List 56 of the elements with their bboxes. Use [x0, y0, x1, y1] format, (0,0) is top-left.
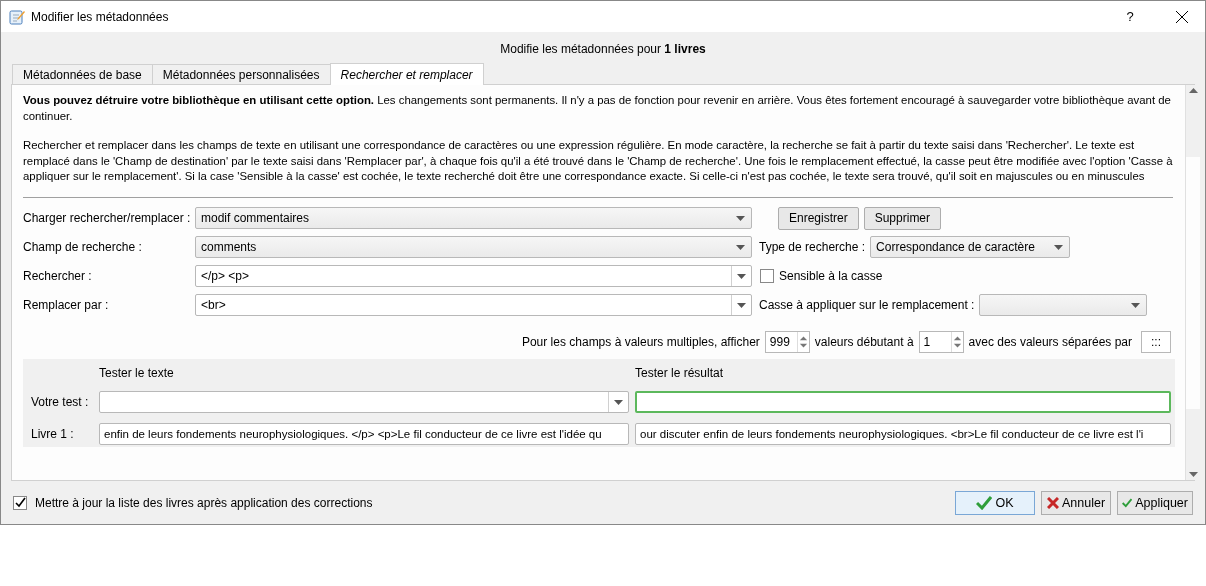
- field-label: Rechercher :: [23, 269, 93, 283]
- spin-arrows-icon[interactable]: [796, 331, 809, 352]
- cross-icon: [1046, 496, 1059, 509]
- start-spinbox[interactable]: 1: [918, 330, 964, 353]
- column-heading: Tester le texte: [99, 366, 175, 383]
- dialog-header-text: Modifie les métadonnées pour 1 livres: [499, 41, 707, 58]
- field-label: Type de recherche :: [759, 240, 866, 254]
- search-field-dropdown[interactable]: comments: [195, 236, 752, 258]
- dropdown-arrow-icon: [737, 273, 746, 279]
- close-icon: [1176, 10, 1188, 23]
- replace-input[interactable]: <br>: [195, 294, 752, 316]
- count-spinbox[interactable]: 999: [764, 330, 810, 353]
- checkmark-icon: [976, 495, 993, 510]
- separator-input[interactable]: :::: [1141, 330, 1171, 353]
- preset-dropdown[interactable]: modif commentaires: [195, 207, 752, 229]
- warning-text: Vous pouvez détruire votre bibliothèque en utilisant cette option. Les changements sont permanents. Il n'y a pas de fonction pour revenir en arrière. Vous êtes fortement encouragé à sauvegarder votre bibliothèque avant de continuer.: [23, 93, 1172, 124]
- case-sensitive-checkbox[interactable]: Sensible à la casse: [760, 269, 883, 283]
- field-label: Charger rechercher/remplacer :: [23, 211, 192, 225]
- find-input[interactable]: </p> <p>: [195, 265, 752, 287]
- cancel-button[interactable]: Annuler: [1041, 490, 1111, 515]
- field-label: Votre test :: [31, 395, 90, 410]
- test-input[interactable]: [99, 391, 629, 414]
- dropdown-arrow-icon: [614, 400, 623, 405]
- book-text-field[interactable]: enfin de leurs fondements neurophysiologiques. </p> <p>Le fil conducteur de ce livre est l'idée qu: [99, 422, 629, 445]
- tab[interactable]: Métadonnées de base: [12, 64, 153, 84]
- dropdown-arrow-icon: [735, 244, 745, 250]
- book-result-field[interactable]: our discuter enfin de leurs fondements neurophysiologiques. <br>Le fil conducteur de ce livre est l'i: [635, 422, 1171, 445]
- description-text: Rechercher et remplacer dans les champs de texte en utilisant une correspondance de caractères ou une expression régulière. En mode caractère, la recherche se fait à partir du texte saisi dans 'Rechercher'. Le texte est remplacé dans le 'Champ de destination' par le texte saisi dans 'Remplacer par', à chaque fois qu'il a été trouvé dans le 'Champ de recherche'. Une fois le remplacement effectué, la casse peut être modifiée avec l'option 'Casse à appliquer sur le remplacement'. Si la case 'Sensible à la casse' est cochée, le texte recherché doit être une correspondance exacte. Si celle-ci n'est pas cochée, le texte sera trouvé, qu'il soit en majuscules ou en minuscules: [23, 138, 1173, 184]
- tab[interactable]: Rechercher et remplacer: [329, 63, 484, 85]
- column-heading: Tester le résultat: [635, 366, 725, 383]
- field-label: valeurs débutant à: [814, 334, 914, 349]
- update-list-checkbox[interactable]: [13, 495, 27, 510]
- scrollbar[interactable]: [1185, 85, 1200, 480]
- field-label: Champ de recherche :: [23, 240, 143, 254]
- delete-button[interactable]: Supprimer: [863, 206, 942, 230]
- field-label: Pour les champs à valeurs multiples, afficher: [521, 334, 760, 349]
- save-button[interactable]: Enregistrer: [778, 206, 859, 230]
- field-label: Remplacer par :: [23, 298, 110, 312]
- dropdown-arrow-icon: [735, 215, 745, 221]
- dropdown-arrow-icon: [737, 302, 746, 308]
- tab[interactable]: Métadonnées personnalisées: [151, 64, 331, 84]
- checkmark-icon: [14, 497, 26, 508]
- ok-button[interactable]: OK: [955, 490, 1035, 515]
- dropdown-arrow-icon: [1053, 244, 1063, 250]
- field-label: Livre 1 :: [31, 426, 75, 441]
- result-field[interactable]: [635, 391, 1171, 414]
- help-button[interactable]: ?: [1107, 9, 1153, 24]
- checkbox-label: Mettre à jour la liste des livres après application des corrections: [35, 495, 374, 510]
- field-label: avec des valeurs séparées par: [968, 334, 1132, 349]
- spin-arrows-icon[interactable]: [950, 331, 963, 352]
- edit-document-icon: [9, 8, 25, 25]
- dropdown-arrow-icon: [1130, 302, 1140, 308]
- apply-button[interactable]: Appliquer: [1117, 490, 1193, 515]
- window-title: Modifier les métadonnées: [31, 9, 170, 24]
- search-type-dropdown[interactable]: Correspondance de caractère: [870, 236, 1071, 258]
- field-label: Casse à appliquer sur le remplacement :: [759, 298, 975, 312]
